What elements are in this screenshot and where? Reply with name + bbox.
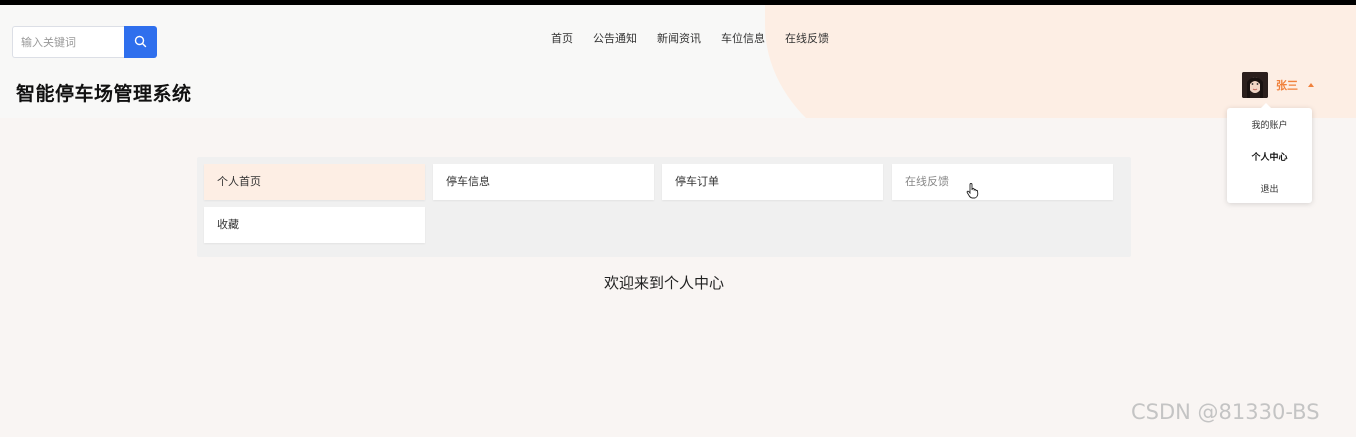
user-menu-trigger[interactable]: 张三 (1242, 72, 1314, 98)
main-nav: 首页 公告通知 新闻资讯 车位信息 在线反馈 (541, 29, 839, 49)
site-title: 智能停车场管理系统 (16, 83, 192, 105)
welcome-message: 欢迎来到个人中心 (603, 274, 724, 292)
nav-item-announcements[interactable]: 公告通知 (593, 29, 637, 49)
search-box (12, 26, 157, 58)
chevron-up-icon (1308, 83, 1314, 87)
dropdown-personal-center[interactable]: 个人中心 (1227, 150, 1312, 163)
menu-item-favorites[interactable]: 收藏 (204, 207, 425, 243)
watermark: CSDN @81330-BS (1131, 400, 1320, 424)
nav-item-feedback[interactable]: 在线反馈 (785, 29, 829, 49)
menu-item-parking-info[interactable]: 停车信息 (433, 164, 654, 200)
search-input[interactable] (12, 26, 124, 58)
dropdown-arrow (1261, 103, 1271, 108)
nav-item-parking-spaces[interactable]: 车位信息 (721, 29, 765, 49)
nav-item-news[interactable]: 新闻资讯 (657, 29, 701, 49)
menu-item-online-feedback[interactable]: 在线反馈 (892, 164, 1113, 200)
dropdown-my-account[interactable]: 我的账户 (1227, 118, 1312, 131)
search-button[interactable] (124, 26, 157, 58)
personal-center-menu: 个人首页 停车信息 停车订单 在线反馈 收藏 (197, 157, 1131, 257)
header-decoration (765, 5, 1356, 118)
site-header: 首页 公告通知 新闻资讯 车位信息 在线反馈 智能停车场管理系统 (0, 5, 1356, 118)
user-dropdown: 我的账户 个人中心 退出 (1227, 103, 1312, 203)
search-icon (134, 33, 147, 52)
menu-item-parking-orders[interactable]: 停车订单 (662, 164, 883, 200)
hand-cursor-icon (966, 183, 980, 199)
dropdown-logout[interactable]: 退出 (1227, 182, 1312, 195)
user-name: 张三 (1276, 79, 1298, 92)
menu-item-personal-home[interactable]: 个人首页 (204, 164, 425, 200)
nav-item-home[interactable]: 首页 (551, 29, 573, 49)
avatar (1242, 72, 1268, 98)
